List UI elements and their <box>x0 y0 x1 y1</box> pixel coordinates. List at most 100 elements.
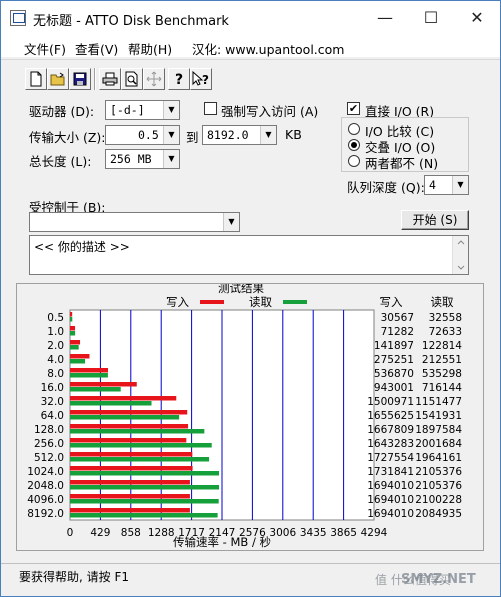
transfer-size-label: 传输大小 (Z): <box>29 130 106 145</box>
drive-select[interactable]: [-d-] ▼ <box>105 100 180 120</box>
direct-io-checkbox[interactable]: ✔ <box>347 102 360 115</box>
read-bar <box>70 401 152 406</box>
read-bar <box>70 387 121 392</box>
controlled-by-select[interactable]: ▼ <box>29 212 240 232</box>
read-bar <box>70 359 86 364</box>
write-bar <box>70 494 190 499</box>
y-tick-label: 8192.0 <box>27 508 64 520</box>
queue-depth-select[interactable]: 4 ▼ <box>424 175 469 195</box>
x-axis-label: 传输速率 - MB / 秒 <box>173 535 271 549</box>
read-bar <box>70 317 73 322</box>
write-bar <box>70 508 190 513</box>
menu-translation-credit[interactable]: 汉化: www.upantool.com <box>192 39 344 58</box>
write-value: 275251 <box>374 354 414 366</box>
menu-help[interactable]: 帮助(H) <box>128 39 172 58</box>
y-tick-label: 1024.0 <box>27 466 64 478</box>
transfer-size-to-select[interactable]: 8192.0 ▼ <box>202 125 277 145</box>
write-value: 1727554 <box>367 452 414 464</box>
total-length-select[interactable]: 256 MB ▼ <box>105 149 180 169</box>
write-value: 71282 <box>381 326 414 338</box>
write-bar <box>70 382 137 387</box>
write-value: 1655625 <box>367 410 414 422</box>
read-value: 122814 <box>422 340 462 352</box>
legend-write-swatch <box>200 300 224 304</box>
minimize-button[interactable]: — <box>362 1 408 35</box>
description-scrollbar[interactable] <box>452 236 468 274</box>
read-value: 535298 <box>422 368 462 380</box>
y-tick-label: 256.0 <box>34 438 64 450</box>
legend-write-label: 写入 <box>166 295 189 309</box>
svg-text:?: ? <box>202 73 209 87</box>
read-value: 1151477 <box>415 396 462 408</box>
write-value: 943001 <box>374 382 414 394</box>
results-panel: 测试结果 写入 读取 写入 读取 0.5 1.0 2.0 4.0 8.0 16.0 32.0… <box>16 281 484 551</box>
read-bar <box>70 471 220 476</box>
open-folder-icon[interactable] <box>47 68 69 90</box>
read-bar <box>70 415 180 420</box>
y-tick-label: 2.0 <box>47 340 64 352</box>
x-tick-label: 429 <box>90 527 110 539</box>
write-bar <box>70 326 76 331</box>
to-label: 到 <box>186 130 199 145</box>
x-tick-label: 1288 <box>148 527 175 539</box>
value-columns: 30567 32558 71282 72633 141897 122814 275251 21… <box>367 312 462 520</box>
menu-view[interactable]: 查看(V) <box>75 39 118 58</box>
close-button[interactable]: ✕ <box>454 1 500 35</box>
drive-label: 驱动器 (D): <box>29 104 95 119</box>
status-bar: 要获得帮助, 请按 F1 值 什么值得买 SMYZ.NET <box>1 563 500 596</box>
svg-text:?: ? <box>175 72 183 87</box>
write-value: 30567 <box>381 312 414 324</box>
column-header-write: 写入 <box>380 295 403 309</box>
kb-unit-label: KB <box>285 127 302 142</box>
write-value: 1667809 <box>367 424 414 436</box>
io-compare-radio[interactable] <box>348 123 360 135</box>
read-bar <box>70 513 218 518</box>
drive-value: [-d-] <box>110 103 145 117</box>
column-header-read: 读取 <box>431 295 454 309</box>
read-value: 72633 <box>429 326 462 338</box>
new-file-icon[interactable] <box>25 68 47 90</box>
neither-radio[interactable] <box>348 155 360 167</box>
chevron-down-icon: ▼ <box>452 176 468 194</box>
read-bar <box>70 331 76 336</box>
start-button[interactable]: 开始 (S) <box>401 210 469 230</box>
print-preview-icon[interactable] <box>121 68 143 90</box>
title-bar: 无标题 - ATTO Disk Benchmark — ☐ ✕ <box>1 1 500 35</box>
menu-file[interactable]: 文件(F) <box>24 39 66 58</box>
y-tick-label: 512.0 <box>34 452 64 464</box>
maximize-button[interactable]: ☐ <box>408 1 454 35</box>
legend-read-swatch <box>283 300 307 304</box>
print-icon[interactable] <box>99 68 121 90</box>
read-value: 2001684 <box>415 438 462 450</box>
neither-label: 两者都不 (N) <box>365 156 439 171</box>
queue-depth-value: 4 <box>429 178 436 192</box>
overlap-io-radio[interactable] <box>348 139 360 151</box>
write-bar <box>70 410 188 415</box>
write-value: 1643283 <box>367 438 414 450</box>
description-field[interactable]: << 你的描述 >> <box>29 235 469 275</box>
y-tick-label: 2048.0 <box>27 480 64 492</box>
y-tick-label: 16.0 <box>41 382 64 394</box>
y-tick-label: 8.0 <box>47 368 64 380</box>
chevron-down-icon: ▼ <box>260 126 276 144</box>
window-title: 无标题 - ATTO Disk Benchmark <box>33 14 229 29</box>
read-bar <box>70 499 219 504</box>
read-bar <box>70 429 205 434</box>
write-value: 1694010 <box>367 494 414 506</box>
total-length-label: 总长度 (L): <box>29 154 92 169</box>
context-help-icon[interactable]: ? <box>190 68 212 90</box>
read-bar <box>70 443 212 448</box>
transfer-size-from-select[interactable]: 0.5 ▼ <box>105 125 180 145</box>
write-bar <box>70 466 193 471</box>
chevron-down-icon: ▼ <box>163 101 179 119</box>
write-value: 1694010 <box>367 508 414 520</box>
x-tick-label: 858 <box>121 527 141 539</box>
y-tick-label: 0.5 <box>47 312 64 324</box>
move-icon[interactable] <box>143 68 165 90</box>
force-write-checkbox[interactable] <box>204 102 217 115</box>
save-icon[interactable] <box>69 68 91 90</box>
help-icon[interactable]: ? <box>168 68 190 90</box>
read-value: 1541931 <box>415 410 462 422</box>
app-window: 无标题 - ATTO Disk Benchmark — ☐ ✕ 文件(F) 查看… <box>0 0 501 597</box>
write-bar <box>70 368 109 373</box>
